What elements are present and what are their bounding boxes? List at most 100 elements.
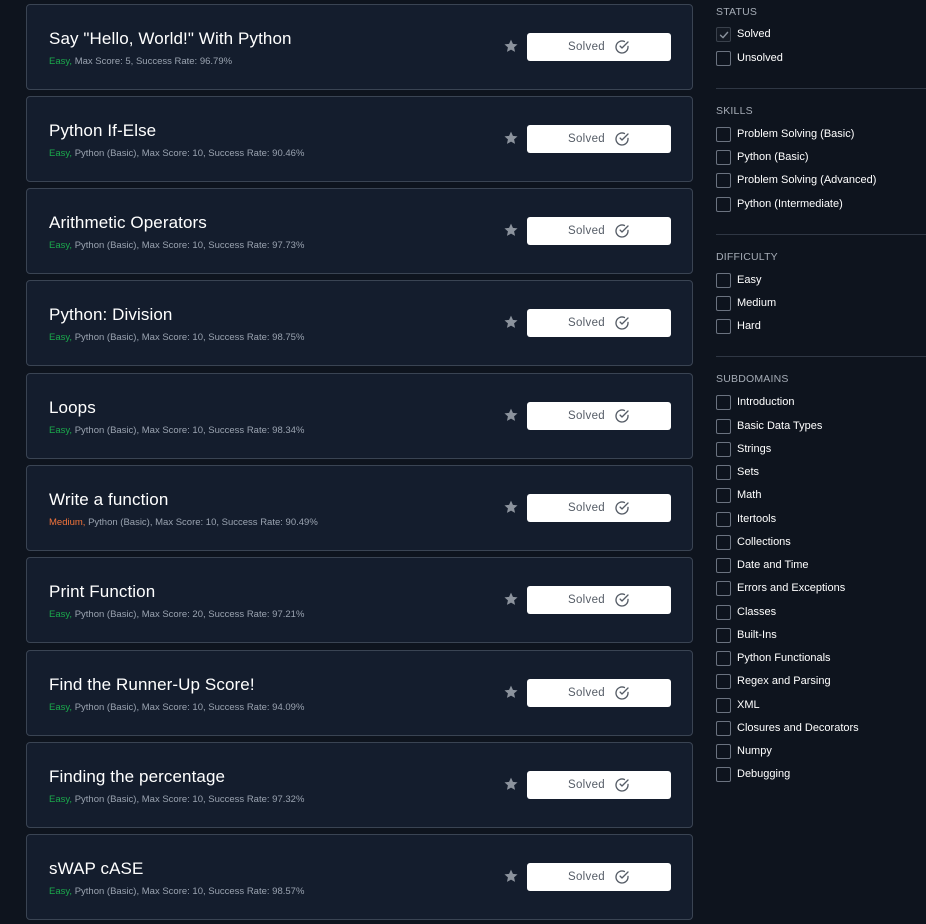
challenge-card[interactable]: Python If-Else Easy, Python (Basic), Max…: [26, 96, 693, 182]
checkbox[interactable]: [716, 295, 731, 311]
checkbox[interactable]: [716, 720, 731, 736]
challenge-title[interactable]: Print Function: [49, 582, 155, 602]
filter-option-python-intermediate[interactable]: Python (Intermediate): [716, 196, 926, 212]
solved-button[interactable]: Solved: [527, 679, 671, 707]
star-icon[interactable]: [503, 314, 519, 330]
filter-option-math[interactable]: Math: [716, 487, 926, 503]
solved-button[interactable]: Solved: [527, 863, 671, 891]
solved-button[interactable]: Solved: [527, 771, 671, 799]
challenge-card[interactable]: Write a function Medium, Python (Basic),…: [26, 465, 693, 551]
challenge-card[interactable]: sWAP cASE Easy, Python (Basic), Max Scor…: [26, 834, 693, 920]
checkbox[interactable]: [716, 487, 731, 503]
challenge-card[interactable]: Find the Runner-Up Score! Easy, Python (…: [26, 650, 693, 736]
filter-option-sets[interactable]: Sets: [716, 464, 926, 480]
challenge-card[interactable]: Loops Easy, Python (Basic), Max Score: 1…: [26, 373, 693, 459]
difficulty-label: Easy,: [49, 148, 73, 159]
checkbox[interactable]: [716, 534, 731, 550]
challenge-title[interactable]: Find the Runner-Up Score!: [49, 675, 255, 695]
filter-option-classes[interactable]: Classes: [716, 604, 926, 620]
checkbox[interactable]: [716, 464, 731, 480]
challenge-title[interactable]: Arithmetic Operators: [49, 213, 207, 233]
checkbox[interactable]: [716, 318, 731, 334]
solved-button[interactable]: Solved: [527, 494, 671, 522]
star-icon[interactable]: [503, 407, 519, 423]
challenge-title[interactable]: sWAP cASE: [49, 859, 143, 879]
filter-option-built-ins[interactable]: Built-Ins: [716, 627, 926, 643]
challenge-card[interactable]: Say "Hello, World!" With Python Easy, Ma…: [26, 4, 693, 90]
challenge-title[interactable]: Write a function: [49, 490, 168, 510]
challenge-title[interactable]: Loops: [49, 398, 96, 418]
star-icon[interactable]: [503, 776, 519, 792]
checkbox[interactable]: [716, 580, 731, 596]
filter-option-medium[interactable]: Medium: [716, 295, 926, 311]
checkbox[interactable]: [716, 511, 731, 527]
filter-option-python-functionals[interactable]: Python Functionals: [716, 650, 926, 666]
solved-button[interactable]: Solved: [527, 586, 671, 614]
filter-option-basic-data-types[interactable]: Basic Data Types: [716, 418, 926, 434]
star-icon[interactable]: [503, 684, 519, 700]
filter-option-xml[interactable]: XML: [716, 697, 926, 713]
checkbox[interactable]: [716, 627, 731, 643]
checkbox[interactable]: [716, 650, 731, 666]
filter-option-problem-solving-basic[interactable]: Problem Solving (Basic): [716, 126, 926, 142]
filter-option-itertools[interactable]: Itertools: [716, 511, 926, 527]
checkbox[interactable]: [716, 441, 731, 457]
challenge-title[interactable]: Python If-Else: [49, 121, 156, 141]
challenge-card[interactable]: Python: Division Easy, Python (Basic), M…: [26, 280, 693, 366]
filter-option-closures-and-decorators[interactable]: Closures and Decorators: [716, 720, 926, 736]
star-icon[interactable]: [503, 38, 519, 54]
filter-option-introduction[interactable]: Introduction: [716, 394, 926, 410]
challenge-meta: Easy, Python (Basic), Max Score: 10, Suc…: [49, 240, 304, 251]
filter-option-python-basic[interactable]: Python (Basic): [716, 149, 926, 165]
checkbox[interactable]: [716, 673, 731, 689]
star-icon[interactable]: [503, 591, 519, 607]
star-icon[interactable]: [503, 868, 519, 884]
checkbox[interactable]: [716, 766, 731, 782]
check-circle-icon: [615, 593, 629, 607]
star-icon[interactable]: [503, 499, 519, 515]
challenge-card[interactable]: Arithmetic Operators Easy, Python (Basic…: [26, 188, 693, 274]
filter-option-unsolved[interactable]: Unsolved: [716, 50, 926, 66]
checkbox[interactable]: [716, 149, 731, 165]
filter-option-hard[interactable]: Hard: [716, 318, 926, 334]
filter-option-errors-and-exceptions[interactable]: Errors and Exceptions: [716, 580, 926, 596]
challenge-title[interactable]: Say "Hello, World!" With Python: [49, 29, 292, 49]
checkbox[interactable]: [716, 272, 731, 288]
filter-option-strings[interactable]: Strings: [716, 441, 926, 457]
star-icon[interactable]: [503, 222, 519, 238]
divider: [716, 88, 926, 89]
challenge-stats: Python (Basic), Max Score: 10, Success R…: [85, 517, 318, 528]
filter-option-solved[interactable]: Solved: [716, 26, 926, 42]
checkbox[interactable]: [716, 196, 731, 212]
solved-button[interactable]: Solved: [527, 309, 671, 337]
checkbox[interactable]: [716, 50, 731, 66]
checkbox[interactable]: [716, 604, 731, 620]
checkbox[interactable]: [716, 697, 731, 713]
solved-button[interactable]: Solved: [527, 33, 671, 61]
filter-option-collections[interactable]: Collections: [716, 534, 926, 550]
filter-option-label: Itertools: [737, 513, 777, 525]
checkbox[interactable]: [716, 743, 731, 759]
filter-option-debugging[interactable]: Debugging: [716, 766, 926, 782]
filter-option-problem-solving-advanced[interactable]: Problem Solving (Advanced): [716, 172, 926, 188]
challenge-meta: Easy, Python (Basic), Max Score: 10, Suc…: [49, 702, 304, 713]
filter-option-regex-and-parsing[interactable]: Regex and Parsing: [716, 673, 926, 689]
challenge-card[interactable]: Finding the percentage Easy, Python (Bas…: [26, 742, 693, 828]
filter-option-numpy[interactable]: Numpy: [716, 743, 926, 759]
star-icon[interactable]: [503, 130, 519, 146]
solved-button[interactable]: Solved: [527, 217, 671, 245]
solved-button[interactable]: Solved: [527, 125, 671, 153]
checkbox[interactable]: [716, 418, 731, 434]
filter-option-easy[interactable]: Easy: [716, 272, 926, 288]
checkbox[interactable]: [716, 26, 731, 42]
challenge-title[interactable]: Python: Division: [49, 305, 173, 325]
checkbox[interactable]: [716, 394, 731, 410]
challenge-title[interactable]: Finding the percentage: [49, 767, 225, 787]
challenge-card[interactable]: Print Function Easy, Python (Basic), Max…: [26, 557, 693, 643]
checkbox[interactable]: [716, 126, 731, 142]
checkbox[interactable]: [716, 557, 731, 573]
solved-button[interactable]: Solved: [527, 402, 671, 430]
difficulty-label: Easy,: [49, 240, 73, 251]
checkbox[interactable]: [716, 172, 731, 188]
filter-option-date-and-time[interactable]: Date and Time: [716, 557, 926, 573]
